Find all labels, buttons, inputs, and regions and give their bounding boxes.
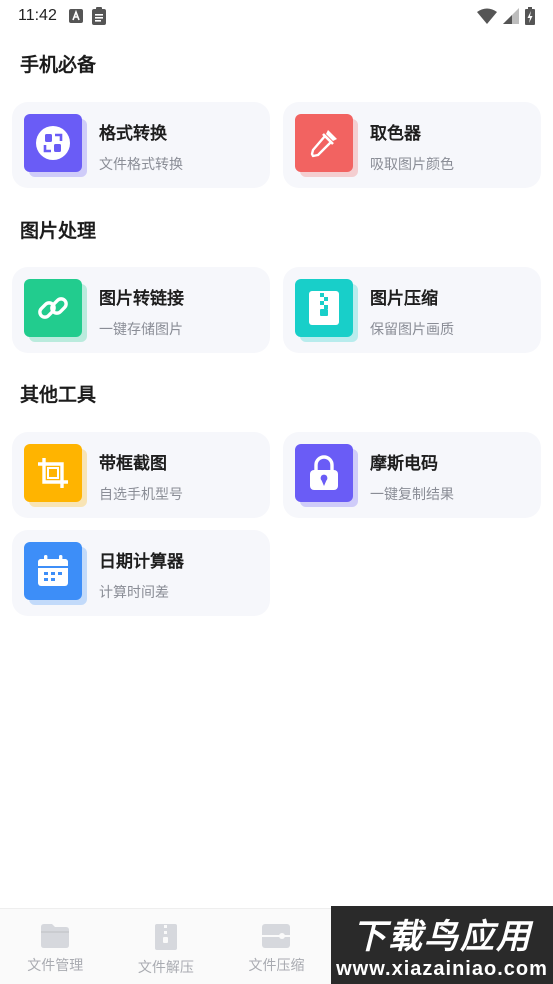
nav-label: 文件解压 xyxy=(137,960,194,976)
card-subtitle: 一键复制结果 xyxy=(370,487,454,503)
tool-card-image-to-link[interactable]: 图片转链接 一键存储图片 xyxy=(12,267,270,353)
tool-card-morse-code[interactable]: 摩斯电码 一键复制结果 xyxy=(283,432,541,518)
tool-card-date-calculator[interactable]: 日期计算器 计算时间差 xyxy=(12,530,270,616)
lock-icon xyxy=(295,444,353,502)
section-title-phone-essentials: 手机必备 xyxy=(20,54,97,76)
signal-icon xyxy=(503,8,519,24)
status-time: 11:42 xyxy=(18,7,57,24)
card-subtitle: 自选手机型号 xyxy=(99,487,183,503)
section-title-other-tools: 其他工具 xyxy=(20,384,97,406)
tool-card-framed-screenshot[interactable]: 带框截图 自选手机型号 xyxy=(12,432,270,518)
card-title: 带框截图 xyxy=(99,454,167,474)
tool-card-color-picker[interactable]: 取色器 吸取图片颜色 xyxy=(283,102,541,188)
nav-item-unzip[interactable]: 文件解压 xyxy=(111,909,222,984)
format-convert-icon xyxy=(24,114,82,172)
watermark-title: 下载鸟应用 xyxy=(352,917,532,957)
nav-label: 文件管理 xyxy=(27,958,84,974)
watermark-url: www.xiazainiao.com xyxy=(336,958,548,980)
card-subtitle: 保留图片画质 xyxy=(370,322,454,338)
status-bar: 11:42 xyxy=(0,0,553,32)
card-subtitle: 吸取图片颜色 xyxy=(370,157,454,173)
zip-icon xyxy=(295,279,353,337)
nav-item-compress[interactable]: 文件压缩 xyxy=(221,909,332,984)
calendar-icon xyxy=(24,542,82,600)
card-subtitle: 计算时间差 xyxy=(99,585,169,601)
nav-label: 文件压缩 xyxy=(248,958,305,974)
card-title: 日期计算器 xyxy=(99,552,184,572)
clipboard-icon xyxy=(91,7,106,25)
watermark: 下载鸟应用 www.xiazainiao.com xyxy=(331,906,553,984)
section-title-image-processing: 图片处理 xyxy=(20,220,97,242)
battery-charging-icon xyxy=(525,7,535,25)
card-subtitle: 文件格式转换 xyxy=(99,157,183,173)
tool-card-format-convert[interactable]: 格式转换 文件格式转换 xyxy=(12,102,270,188)
crop-icon xyxy=(24,444,82,502)
link-icon xyxy=(24,279,82,337)
card-title: 图片转链接 xyxy=(99,289,184,309)
card-title: 格式转换 xyxy=(99,124,167,144)
tool-card-image-compress[interactable]: 图片压缩 保留图片画质 xyxy=(283,267,541,353)
card-title: 取色器 xyxy=(370,124,421,144)
color-picker-icon xyxy=(295,114,353,172)
card-subtitle: 一键存储图片 xyxy=(99,322,183,338)
keyboard-a-icon xyxy=(68,9,83,23)
card-title: 摩斯电码 xyxy=(370,454,438,474)
nav-item-file-manager[interactable]: 文件管理 xyxy=(0,909,111,984)
wifi-icon xyxy=(477,8,497,24)
compress-icon xyxy=(262,924,291,948)
card-title: 图片压缩 xyxy=(370,289,438,309)
folder-icon xyxy=(41,924,70,948)
unzip-icon xyxy=(154,924,177,950)
